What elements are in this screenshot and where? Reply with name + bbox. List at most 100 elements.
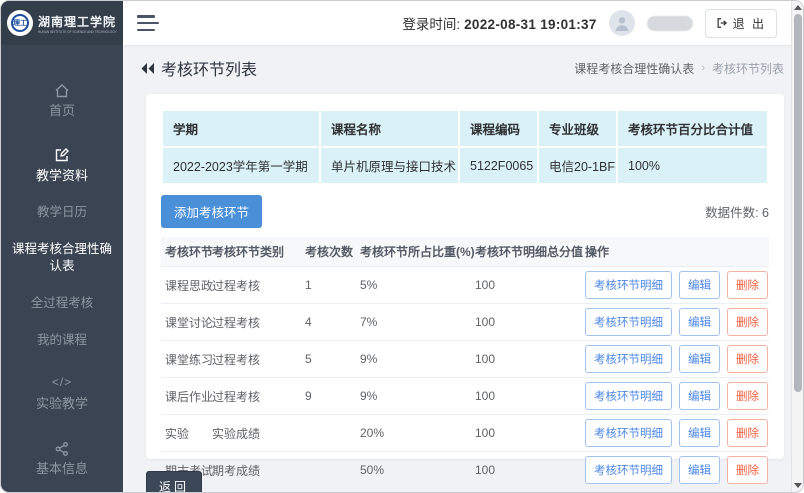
scroll-up-icon[interactable] — [794, 5, 802, 10]
cell-total: 100 — [471, 452, 581, 489]
breadcrumb: 课程考核合理性确认表 › 考核环节列表 — [574, 60, 784, 77]
sidebar-item-my-courses[interactable]: 我的课程 — [1, 332, 123, 349]
university-emblem-icon: 理工 — [7, 10, 33, 36]
course-summary-table: 学期 课程名称 课程编码 专业班级 考核环节百分比合计值 2022-2023学年… — [161, 109, 769, 185]
cell-weight: 20% — [356, 415, 471, 452]
col-course-code: 课程编码 — [459, 110, 538, 147]
login-time: 登录时间:2022-08-31 19:01:37 — [402, 13, 596, 33]
sidebar-item-course-assessment-confirm[interactable]: 课程考核合理性确认表 — [1, 241, 123, 275]
col-item: 考核环节 — [161, 237, 208, 267]
edit-button[interactable]: 编辑 — [679, 271, 720, 299]
course-code-value: 5122F0065 — [459, 147, 538, 184]
scrollbar-thumb[interactable] — [794, 14, 802, 392]
col-class: 专业班级 — [538, 110, 617, 147]
cell-category: 期考成绩 — [208, 452, 301, 489]
sidebar-item-home[interactable]: 首页 — [1, 81, 123, 120]
sidebar-item-whole-process-assessment[interactable]: 全过程考核 — [1, 295, 123, 312]
page-header: 考核环节列表 课程考核合理性确认表 › 考核环节列表 — [123, 45, 791, 91]
cell-times: 4 — [301, 304, 356, 341]
delete-button[interactable]: 删除 — [727, 456, 768, 484]
col-actions: 操作 — [581, 237, 769, 267]
cell-total: 100 — [471, 415, 581, 452]
row-actions: 考核环节明细 编辑 删除 — [585, 419, 765, 447]
cell-total: 100 — [471, 304, 581, 341]
card: 学期 课程名称 课程编码 专业班级 考核环节百分比合计值 2022-2023学年… — [146, 94, 784, 459]
cell-times — [301, 452, 356, 489]
sidebar-item-teaching-materials[interactable]: 教学资料 — [1, 146, 123, 185]
avatar[interactable] — [609, 10, 635, 36]
table-row: 期末考试 期考成绩 50% 100 考核环节明细 编辑 删除 — [161, 452, 769, 489]
detail-button[interactable]: 考核环节明细 — [585, 456, 672, 484]
record-count: 数据件数: 6 — [705, 202, 769, 221]
delete-button[interactable]: 删除 — [727, 308, 768, 336]
col-course-name: 课程名称 — [320, 110, 459, 147]
cell-weight: 7% — [356, 304, 471, 341]
edit-button[interactable]: 编辑 — [679, 308, 720, 336]
edit-button[interactable]: 编辑 — [679, 456, 720, 484]
cell-name: 课程思政 — [161, 267, 208, 304]
edit-square-icon — [7, 146, 117, 164]
cell-total: 100 — [471, 267, 581, 304]
cell-category: 过程考核 — [208, 378, 301, 415]
cell-total: 100 — [471, 341, 581, 378]
sidebar-item-basic-info[interactable]: 基本信息 — [1, 439, 123, 478]
cell-weight: 9% — [356, 341, 471, 378]
sidebar-item-experiment-teaching[interactable]: </> 实验教学 — [1, 374, 123, 413]
vertical-scrollbar[interactable] — [791, 1, 803, 492]
cell-times: 9 — [301, 378, 356, 415]
row-actions: 考核环节明细 编辑 删除 — [585, 456, 765, 484]
items-table-body: 课程思政 过程考核 1 5% 100 考核环节明细 编辑 删除 课堂讨论 过程考… — [161, 267, 769, 489]
main-area: 登录时间:2022-08-31 19:01:37 退 出 考核环节列表 — [123, 1, 791, 492]
edit-button[interactable]: 编辑 — [679, 345, 720, 373]
home-icon — [7, 81, 117, 99]
breadcrumb-separator-icon: › — [701, 62, 705, 74]
row-actions: 考核环节明细 编辑 删除 — [585, 308, 765, 336]
course-table-row: 2022-2023学年第一学期 单片机原理与接口技术 5122F0065 电信2… — [162, 147, 768, 184]
edit-button[interactable]: 编辑 — [679, 419, 720, 447]
col-semester: 学期 — [162, 110, 320, 147]
university-name: 湖南理工学院 — [38, 13, 117, 30]
add-assessment-button[interactable]: 添加考核环节 — [161, 195, 262, 228]
row-actions: 考核环节明细 编辑 删除 — [585, 345, 765, 373]
col-category: 考核环节类别 — [208, 237, 301, 267]
content: 考核环节列表 课程考核合理性确认表 › 考核环节列表 学期 课程名称 课程编码 … — [123, 45, 791, 492]
breadcrumb-parent[interactable]: 课程考核合理性确认表 — [574, 60, 694, 77]
cell-name: 课后作业 — [161, 378, 208, 415]
col-percent-total: 考核环节百分比合计值 — [617, 110, 768, 147]
record-count-value: 6 — [762, 206, 769, 220]
table-row: 课后作业 过程考核 9 9% 100 考核环节明细 编辑 删除 — [161, 378, 769, 415]
user-name-redacted — [647, 16, 693, 31]
semester-value: 2022-2023学年第一学期 — [162, 147, 320, 184]
menu-toggle-icon[interactable] — [137, 15, 159, 31]
detail-button[interactable]: 考核环节明细 — [585, 345, 672, 373]
col-times: 考核次数 — [301, 237, 356, 267]
delete-button[interactable]: 删除 — [727, 419, 768, 447]
topbar: 登录时间:2022-08-31 19:01:37 退 出 — [123, 1, 791, 45]
logout-button[interactable]: 退 出 — [705, 9, 777, 38]
back-double-arrow-icon[interactable] — [140, 62, 155, 75]
table-toolbar: 添加考核环节 数据件数: 6 — [161, 195, 769, 228]
percent-total-value: 100% — [617, 147, 768, 184]
detail-button[interactable]: 考核环节明细 — [585, 308, 672, 336]
delete-button[interactable]: 删除 — [727, 382, 768, 410]
back-button[interactable]: 返回 — [146, 471, 202, 492]
logo: 理工 湖南理工学院 HUNAN INSTITUTE OF SCIENCE AND… — [1, 1, 123, 45]
delete-button[interactable]: 删除 — [727, 345, 768, 373]
scroll-down-icon[interactable] — [794, 483, 802, 488]
cell-times: 5 — [301, 341, 356, 378]
detail-button[interactable]: 考核环节明细 — [585, 271, 672, 299]
edit-button[interactable]: 编辑 — [679, 382, 720, 410]
detail-button[interactable]: 考核环节明细 — [585, 419, 672, 447]
sidebar-nav: 首页 教学资料 教学日历 课程考核合理性确认表 全过程考核 我的课程 </> — [1, 45, 123, 493]
table-row: 课堂练习 过程考核 5 9% 100 考核环节明细 编辑 删除 — [161, 341, 769, 378]
cell-weight: 5% — [356, 267, 471, 304]
sidebar-item-teaching-calendar[interactable]: 教学日历 — [1, 204, 123, 221]
share-nodes-icon — [7, 439, 117, 457]
table-row: 实验 实验成绩 20% 100 考核环节明细 编辑 删除 — [161, 415, 769, 452]
cell-weight: 9% — [356, 378, 471, 415]
cell-total: 100 — [471, 378, 581, 415]
course-table-header-row: 学期 课程名称 课程编码 专业班级 考核环节百分比合计值 — [162, 110, 768, 147]
detail-button[interactable]: 考核环节明细 — [585, 382, 672, 410]
delete-button[interactable]: 删除 — [727, 271, 768, 299]
sidebar: 理工 湖南理工学院 HUNAN INSTITUTE OF SCIENCE AND… — [1, 1, 123, 492]
